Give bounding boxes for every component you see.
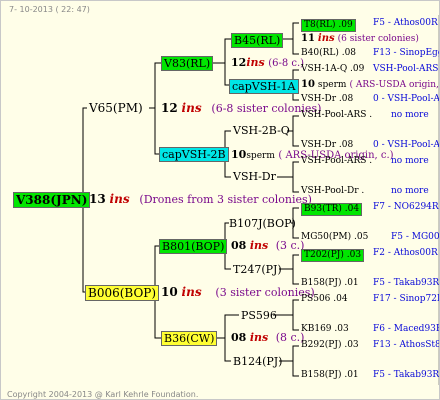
gen3-queen-6[interactable]: T247(PJ): [233, 264, 282, 275]
gen4-ancestor-bottom[interactable]: B40(RL) .08: [301, 49, 356, 58]
gen4-ancestor-top[interactable]: B292(PJ) .03: [301, 341, 359, 350]
gen4-lineage-top: F5 - Athos00R: [373, 18, 438, 28]
gen2-mating-4: 08 ins (8 c.): [231, 332, 304, 343]
gen4-lineage-bottom: 0 - VSH-Pool-ARS: [373, 140, 440, 150]
gen2-mating-3: 08 ins (3 c.): [231, 240, 304, 251]
gen3-queen-2[interactable]: capVSH-1A: [229, 79, 299, 94]
gen4-lineage-top: F13 - AthosSt80R: [373, 340, 439, 350]
gen2-queen-4[interactable]: B36(CW): [161, 331, 218, 346]
gen4-sisters: (6 sister colonies): [337, 34, 419, 44]
gen4-ancestor-bottom[interactable]: VSH-Dr .08: [301, 95, 353, 104]
gen1-queen-1[interactable]: V65(PM): [89, 102, 143, 114]
gen4-ancestor-top[interactable]: VSH-1A-Q .09: [301, 65, 364, 74]
gen4-lineage-bottom: 0 - VSH-Pool-ARS: [373, 94, 440, 104]
gen2-symbol-3: ins: [249, 239, 269, 252]
gen3-queen-7[interactable]: PS596: [241, 310, 277, 321]
copyright: Copyright 2004-2013 @ Karl Kehrle Founda…: [7, 390, 199, 399]
gen4-ancestor-top[interactable]: PS506 .04: [301, 295, 348, 304]
gen4-lineage-top: no more: [391, 156, 429, 166]
gen4-ancestor-top[interactable]: VSH-Pool-ARS .: [301, 111, 372, 120]
gen4-ancestor-bottom[interactable]: VSH-Dr .08: [301, 141, 353, 150]
gen4-year: 11: [301, 33, 315, 44]
gen3-queen-4[interactable]: VSH-Dr: [233, 171, 276, 182]
gen4-year: 10: [301, 79, 315, 90]
gen1-mating-2: 10 ins (3 sister colonies): [161, 286, 315, 298]
pedigree-page: { "header": "7- 10-2013 ( 22: 47)", "foo…: [0, 0, 440, 400]
gen3-mating-1: 12ins (6-8 c.): [231, 57, 304, 69]
gen3-queen-8[interactable]: B124(PJ): [233, 356, 282, 367]
gen3-queen-3[interactable]: VSH-2B-Q: [233, 125, 290, 136]
gen4-ancestor-top[interactable]: VSH-Pool-ARS .: [301, 157, 372, 166]
gen4-ancestor-bottom[interactable]: B158(PJ) .01: [301, 371, 359, 380]
timestamp: 7- 10-2013 ( 22: 47): [9, 5, 90, 14]
gen3-queen-1[interactable]: B45(RL): [231, 33, 284, 48]
gen4-lineage-bottom: F5 - Takab93R: [373, 370, 440, 380]
gen2-queen-3[interactable]: B801(BOP): [159, 239, 228, 254]
gen2-queen-1[interactable]: V83(RL): [161, 56, 214, 71]
gen4-symbol: sperm: [317, 80, 347, 90]
gen4-lineage-bottom: F13 - SinopEgg86R: [373, 48, 439, 58]
gen3-year-1: 12: [231, 56, 247, 69]
gen4-lineage-top: F2 - Athos00R: [373, 248, 438, 258]
gen4-ancestor-bottom[interactable]: KB169 .03: [301, 325, 349, 334]
gen4-lineage-top: no more: [391, 110, 429, 120]
gen2-symbol-2: sperm: [246, 151, 275, 161]
gen4-symbol: ins: [317, 33, 335, 44]
gen3-sisters-1: (6-8 c.): [268, 58, 305, 69]
gen2-year-4: 08: [231, 331, 247, 344]
gen4-ancestor-bottom[interactable]: VSH-Pool-Dr .: [301, 187, 364, 196]
root-mating: 13 ins (Drones from 3 sister colonies): [89, 193, 312, 205]
root-year: 13: [89, 192, 106, 206]
gen4-lineage-bottom: no more: [391, 186, 429, 196]
gen4-lineage-bottom: F6 - Maced93R: [373, 324, 440, 334]
gen2-queen-2[interactable]: capVSH-2B: [159, 147, 229, 162]
gen4-ancestor-top[interactable]: T8(RL) .09: [301, 19, 356, 32]
gen4-ancestor-top[interactable]: B93(TR) .04: [301, 203, 363, 216]
gen4-mating: 11 ins (6 sister colonies): [301, 34, 419, 44]
gen2-year-3: 08: [231, 239, 247, 252]
gen4-ancestor-bottom[interactable]: MG50(PM) .05: [301, 233, 368, 242]
gen4-lineage-bottom: F5 - Takab93R: [373, 278, 440, 288]
gen4-mating: 10sperm( ARS-USDA origin, siste: [301, 79, 439, 90]
gen1-symbol-2: ins: [181, 285, 202, 299]
gen4-ancestor-top[interactable]: T202(PJ) .03: [301, 249, 365, 262]
root-sisters: (Drones from 3 sister colonies): [139, 193, 312, 206]
gen4-sisters: ( ARS-USDA origin, siste: [349, 80, 439, 90]
root-queen[interactable]: V388(JPN): [13, 192, 91, 208]
gen4-lineage-top: F7 - NO6294R: [373, 202, 439, 212]
gen1-year-1: 12: [161, 101, 178, 115]
gen4-lineage-top: F17 - Sinop72R: [373, 294, 440, 304]
gen1-mating-1: 12 ins (6-8 sister colonies): [161, 102, 321, 114]
gen1-symbol-1: ins: [181, 101, 202, 115]
gen4-ancestor-bottom[interactable]: B158(PJ) .01: [301, 279, 359, 288]
gen4-lineage-top: VSH-Pool-ARS: [373, 64, 439, 74]
gen3-symbol-1: ins: [246, 56, 265, 69]
gen1-queen-2[interactable]: B006(BOP): [85, 285, 160, 301]
gen2-year-2: 10: [231, 148, 247, 161]
gen4-lineage-bottom: F5 - MG00R: [391, 232, 440, 242]
gen1-sisters-2: (3 sister colonies): [215, 286, 315, 299]
root-symbol: ins: [109, 192, 130, 206]
gen2-symbol-4: ins: [249, 331, 269, 344]
gen1-year-2: 10: [161, 285, 178, 299]
gen3-queen-5[interactable]: B107J(BOP): [229, 218, 296, 229]
